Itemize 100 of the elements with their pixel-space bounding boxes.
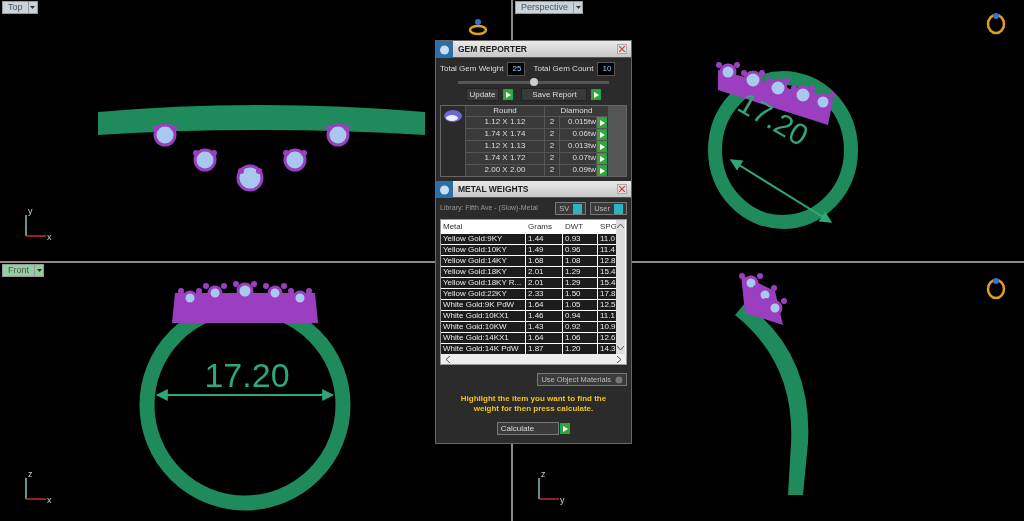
table-cell: 12.5 — [598, 300, 616, 310]
table-cell: 2 — [545, 141, 559, 152]
instruction-text: Highlight the item you want to find the weight for then press calculate. — [459, 394, 608, 414]
axis-icon — [25, 477, 47, 500]
close-button[interactable] — [617, 184, 627, 194]
axis-icon — [25, 214, 47, 237]
play-icon — [593, 91, 599, 98]
table-cell: 0.013tw — [560, 141, 596, 152]
table-cell: 12.6 — [598, 333, 616, 343]
viewport-menu-button[interactable] — [35, 264, 44, 277]
ring-view-icon — [986, 13, 1006, 35]
scroll-left-icon — [445, 355, 450, 363]
metal-panel-icon — [436, 180, 453, 198]
weight-field: 25 — [507, 62, 526, 76]
scroll-up-icon — [617, 223, 624, 228]
table-cell: 1.12 X 1.13 — [466, 141, 544, 152]
report-button[interactable]: Save Report — [521, 88, 588, 101]
table-cell: 0.94 — [563, 311, 597, 321]
play-icon — [505, 91, 511, 98]
play-icon — [562, 425, 568, 432]
go-button[interactable] — [591, 89, 602, 100]
table-cell: 1.29 — [563, 267, 597, 277]
column-header: Round — [466, 106, 544, 116]
panel-title: GEM REPORTER — [457, 42, 528, 56]
axis-label: y — [28, 206, 33, 216]
table-cell: 1.08 — [563, 256, 597, 266]
table-cell: 11.0 — [598, 234, 616, 244]
count-field: 10 — [597, 62, 616, 76]
table-cell: White Gold:14KX1 — [441, 333, 525, 343]
gem-thumbnail-icon — [443, 108, 463, 124]
table-cell: Yellow Gold:9KY — [441, 234, 525, 244]
close-icon — [619, 186, 625, 192]
table-cell: 12.8 — [598, 256, 616, 266]
table-cell: 15.4 — [598, 267, 616, 277]
axis-label: x — [47, 495, 52, 505]
report-button[interactable]: Update — [465, 88, 500, 101]
table-cell: 0.92 — [563, 322, 597, 332]
scroll-down-icon — [617, 346, 624, 351]
toggle-icon — [573, 203, 583, 214]
table-cell: 1.50 — [563, 289, 597, 299]
table-cell: Yellow Gold:14KY — [441, 256, 525, 266]
calculate-button[interactable]: Calculate — [496, 422, 560, 435]
ring-view-icon — [986, 278, 1006, 300]
scroll-right-icon — [617, 355, 622, 363]
go-button[interactable] — [503, 89, 514, 100]
field-label: Total Gem Count — [533, 63, 594, 75]
table-cell: 1.49 — [526, 245, 562, 255]
table-cell: 11.4 — [598, 245, 616, 255]
table-cell: 2 — [545, 129, 559, 140]
table-cell: Yellow Gold:18KY — [441, 267, 525, 277]
table-cell: 0.07tw — [560, 153, 596, 164]
table-cell: 0.015tw — [560, 117, 596, 128]
table-cell: 17.8 — [598, 289, 616, 299]
dropdown-icon — [615, 375, 623, 384]
table-cell: 2.01 — [526, 267, 562, 277]
table-cell: White Gold:14K PdW — [441, 344, 525, 354]
slider-thumb[interactable] — [529, 78, 538, 86]
table-cell: 1.74 X 1.72 — [466, 153, 544, 164]
table-cell: 1.74 X 1.74 — [466, 129, 544, 140]
viewport-tab[interactable]: Front — [2, 264, 35, 277]
go-button[interactable] — [560, 423, 571, 434]
table-cell: 2 — [545, 117, 559, 128]
gem-panel-icon — [436, 40, 453, 58]
dimension-label: 17.20 — [732, 85, 814, 152]
table-cell: 1.12 X 1.12 — [466, 117, 544, 128]
table-cell: 2 — [545, 165, 559, 176]
table-cell: 10.9 — [598, 322, 616, 332]
table-cell: 0.93 — [563, 234, 597, 244]
table-cell: 1.43 — [526, 322, 562, 332]
table-cell: 2 — [545, 153, 559, 164]
axis-label: x — [47, 232, 52, 242]
caret-icon — [36, 269, 42, 272]
table-cell: 11.1 — [598, 311, 616, 321]
table-cell: 1.20 — [563, 344, 597, 354]
table-cell: White Gold:10KX1 — [441, 311, 525, 321]
table-cell: 1.29 — [563, 278, 597, 288]
close-icon — [619, 46, 625, 52]
vertical-scrollbar[interactable] — [616, 220, 625, 354]
table-cell: 1.87 — [526, 344, 562, 354]
viewport-menu-button[interactable] — [28, 1, 38, 14]
close-button[interactable] — [617, 44, 627, 54]
field-label: Total Gem Weight — [440, 63, 504, 75]
table-cell: 2.00 X 2.00 — [466, 165, 544, 176]
table-cell: 1.64 — [526, 333, 562, 343]
caret-icon — [575, 6, 581, 9]
viewport-tab[interactable]: Perspective — [515, 1, 575, 14]
table-cell: Yellow Gold:10KY — [441, 245, 525, 255]
axis-label: z — [28, 469, 33, 479]
viewport-tab[interactable]: Top — [2, 1, 29, 14]
table-cell: 1.68 — [526, 256, 562, 266]
table-cell: White Gold:9K PdW — [441, 300, 525, 310]
horizontal-scrollbar[interactable] — [441, 354, 626, 364]
table-cell: 1.05 — [563, 300, 597, 310]
table-cell: 0.06tw — [560, 129, 596, 140]
viewport-menu-button[interactable] — [574, 1, 584, 14]
panel-title: METAL WEIGHTS — [457, 182, 530, 196]
axis-label: z — [541, 469, 546, 479]
table-cell: 2.01 — [526, 278, 562, 288]
table-cell: 1.44 — [526, 234, 562, 244]
axis-label: y — [560, 495, 565, 505]
